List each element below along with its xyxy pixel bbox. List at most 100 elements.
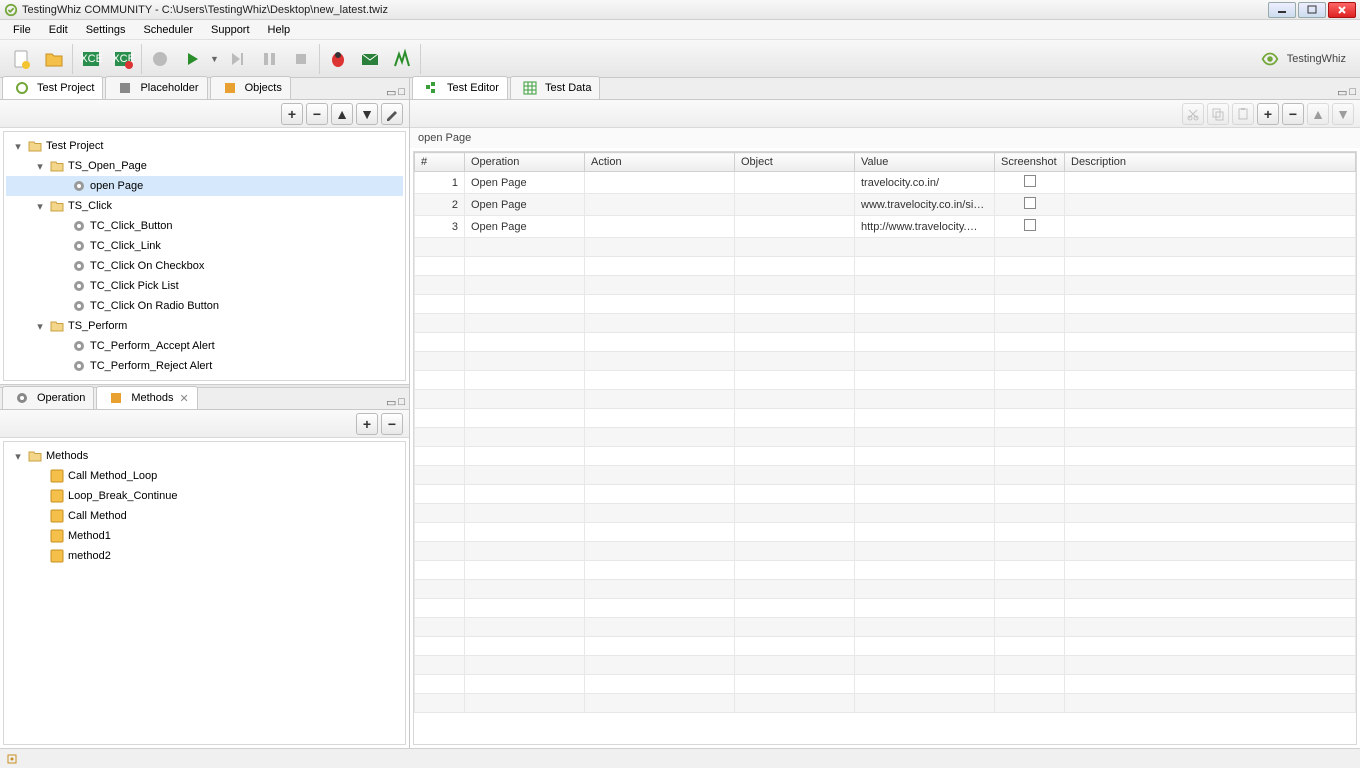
editor-icon <box>424 80 440 96</box>
mfolder-icon <box>27 448 43 464</box>
tab-placeholder[interactable]: Placeholder <box>105 76 207 99</box>
tree-item[interactable]: ▾Methods <box>6 446 403 466</box>
schedule-button[interactable] <box>388 45 416 73</box>
screenshot-checkbox[interactable] <box>1024 197 1036 209</box>
move-up-button[interactable]: ▲ <box>331 103 353 125</box>
tree-item[interactable]: TC_Click On Radio Button <box>6 296 403 316</box>
tree-item[interactable]: TC_Click_Button <box>6 216 403 236</box>
tree-label: TC_Click On Radio Button <box>90 300 219 312</box>
tab-methods[interactable]: Methods ✕ <box>96 386 197 409</box>
edit-button[interactable] <box>381 103 403 125</box>
maximize-view-icon[interactable]: □ <box>398 86 405 99</box>
play-dropdown[interactable]: ▼ <box>210 54 219 64</box>
remove-row-button[interactable]: − <box>1282 103 1304 125</box>
tree-item[interactable]: TC_Click Pick List <box>6 276 403 296</box>
minimize-button[interactable] <box>1268 2 1296 18</box>
column-header[interactable]: Operation <box>465 153 585 172</box>
twist-icon[interactable]: ▾ <box>34 200 46 213</box>
tab-test-data[interactable]: Test Data <box>510 76 600 99</box>
open-folder-button[interactable] <box>40 45 68 73</box>
table-row[interactable]: 2Open Pagewww.travelocity.co.in/si… <box>415 194 1356 216</box>
table-row[interactable]: 3Open Pagehttp://www.travelocity.… <box>415 216 1356 238</box>
tree-item[interactable]: ▾TS_Open_Page <box>6 156 403 176</box>
tab-test-editor[interactable]: Test Editor <box>412 76 508 99</box>
close-button[interactable] <box>1328 2 1356 18</box>
tree-item[interactable]: ▾Test Project <box>6 136 403 156</box>
table-row[interactable]: 1Open Pagetravelocity.co.in/ <box>415 172 1356 194</box>
tab-objects[interactable]: Objects <box>210 76 291 99</box>
pause-button[interactable] <box>255 45 283 73</box>
maximize-button[interactable] <box>1298 2 1326 18</box>
screenshot-checkbox[interactable] <box>1024 219 1036 231</box>
mail-button[interactable] <box>356 45 384 73</box>
tree-item[interactable]: Method1 <box>6 526 403 546</box>
tree-item[interactable]: Call Method_Loop <box>6 466 403 486</box>
project-tree[interactable]: ▾Test Project▾TS_Open_Pageopen Page▾TS_C… <box>4 132 405 380</box>
column-header[interactable]: # <box>415 153 465 172</box>
add-row-button[interactable]: + <box>1257 103 1279 125</box>
window-title: TestingWhiz COMMUNITY - C:\Users\Testing… <box>22 4 1268 16</box>
menu-scheduler[interactable]: Scheduler <box>134 22 202 38</box>
column-header[interactable]: Description <box>1065 153 1356 172</box>
play-button[interactable] <box>178 45 206 73</box>
export-excel-button[interactable]: EXCEL <box>77 45 105 73</box>
tab-test-project[interactable]: Test Project <box>2 76 103 99</box>
twist-icon[interactable]: ▾ <box>12 450 24 463</box>
objects-icon <box>222 80 238 96</box>
twist-icon[interactable]: ▾ <box>34 320 46 333</box>
menu-file[interactable]: File <box>4 22 40 38</box>
minimize-view-icon[interactable]: ▭ <box>386 86 396 99</box>
gear-icon <box>71 238 87 254</box>
tree-item[interactable]: ▾TS_Click <box>6 196 403 216</box>
remove-button[interactable]: − <box>381 413 403 435</box>
tab-label: Test Project <box>37 82 94 94</box>
column-header[interactable]: Value <box>855 153 995 172</box>
tree-item[interactable]: TC_Perform_Accept Alert <box>6 336 403 356</box>
tree-item[interactable]: TC_Perform_Reject Alert <box>6 356 403 376</box>
twist-icon[interactable]: ▾ <box>34 160 46 173</box>
menu-support[interactable]: Support <box>202 22 259 38</box>
minimize-view-icon[interactable]: ▭ <box>386 396 396 409</box>
column-header[interactable]: Action <box>585 153 735 172</box>
steps-grid[interactable]: #OperationActionObjectValueScreenshotDes… <box>414 152 1356 713</box>
tab-label: Operation <box>37 392 85 404</box>
add-button[interactable]: + <box>356 413 378 435</box>
methods-tree[interactable]: ▾MethodsCall Method_LoopLoop_Break_Conti… <box>4 442 405 570</box>
stop-button[interactable] <box>287 45 315 73</box>
tree-item[interactable]: TC_Click_Link <box>6 236 403 256</box>
maximize-view-icon[interactable]: □ <box>1349 86 1356 99</box>
gear-icon <box>71 218 87 234</box>
remove-button[interactable]: − <box>306 103 328 125</box>
tree-item[interactable]: method2 <box>6 546 403 566</box>
titlebar[interactable]: TestingWhiz COMMUNITY - C:\Users\Testing… <box>0 0 1360 20</box>
tree-label: TS_Perform <box>68 320 127 332</box>
column-header[interactable]: Screenshot <box>995 153 1065 172</box>
column-header[interactable]: Object <box>735 153 855 172</box>
tree-item[interactable]: TC_Click On Checkbox <box>6 256 403 276</box>
tree-item[interactable]: ▾ TS_Perform <box>6 316 403 336</box>
tree-item[interactable]: open Page <box>6 176 403 196</box>
screenshot-checkbox[interactable] <box>1024 175 1036 187</box>
menu-edit[interactable]: Edit <box>40 22 77 38</box>
tab-operation[interactable]: Operation <box>2 386 94 409</box>
app-icon <box>4 3 18 17</box>
import-excel-button[interactable]: EXCEL <box>109 45 137 73</box>
cut-button <box>1182 103 1204 125</box>
menu-settings[interactable]: Settings <box>77 22 135 38</box>
new-file-button[interactable] <box>8 45 36 73</box>
close-icon[interactable]: ✕ <box>180 392 189 405</box>
tree-item[interactable]: Loop_Break_Continue <box>6 486 403 506</box>
menu-help[interactable]: Help <box>259 22 300 38</box>
placeholder-icon <box>117 80 133 96</box>
step-button[interactable] <box>223 45 251 73</box>
record-button[interactable] <box>146 45 174 73</box>
left-bottom-tabs: Operation Methods ✕ ▭□ <box>0 388 409 410</box>
twist-icon[interactable]: ▾ <box>12 140 24 153</box>
bug-button[interactable] <box>324 45 352 73</box>
add-button[interactable]: + <box>281 103 303 125</box>
minimize-view-icon[interactable]: ▭ <box>1337 86 1347 99</box>
move-down-button[interactable]: ▼ <box>356 103 378 125</box>
tree-item[interactable]: Call Method <box>6 506 403 526</box>
folder-icon <box>49 158 65 174</box>
maximize-view-icon[interactable]: □ <box>398 396 405 409</box>
